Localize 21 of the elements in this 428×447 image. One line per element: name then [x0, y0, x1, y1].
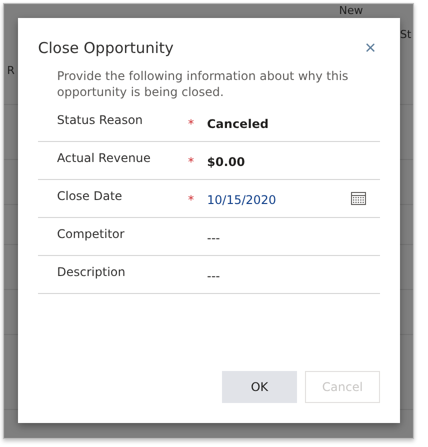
required-mark: * — [188, 117, 194, 131]
calendar-icon[interactable] — [351, 192, 366, 205]
ok-button[interactable]: OK — [222, 371, 297, 403]
background-text: New — [339, 4, 363, 17]
required-mark: * — [188, 193, 194, 207]
field-value[interactable]: --- — [207, 266, 380, 282]
required-mark: * — [188, 155, 194, 169]
description-text: Provide the following information about why this opportunity is being closed. — [57, 68, 350, 100]
field-label: Description — [57, 264, 126, 280]
close-button[interactable]: × — [360, 38, 380, 58]
dialog-title: Close Opportunity — [38, 39, 174, 57]
field-value[interactable]: Canceled — [207, 114, 380, 130]
field-value[interactable]: 10/15/2020 — [207, 190, 351, 206]
field-label: Actual Revenue — [57, 150, 152, 166]
field-label: Close Date — [57, 188, 124, 204]
background-text: St — [400, 28, 412, 41]
field-label: Competitor — [57, 226, 126, 242]
field-label: Status Reason — [57, 112, 144, 128]
field-value[interactable]: --- — [207, 228, 380, 244]
field-value[interactable]: $0.00 — [207, 152, 380, 168]
background-text: R — [7, 64, 15, 77]
